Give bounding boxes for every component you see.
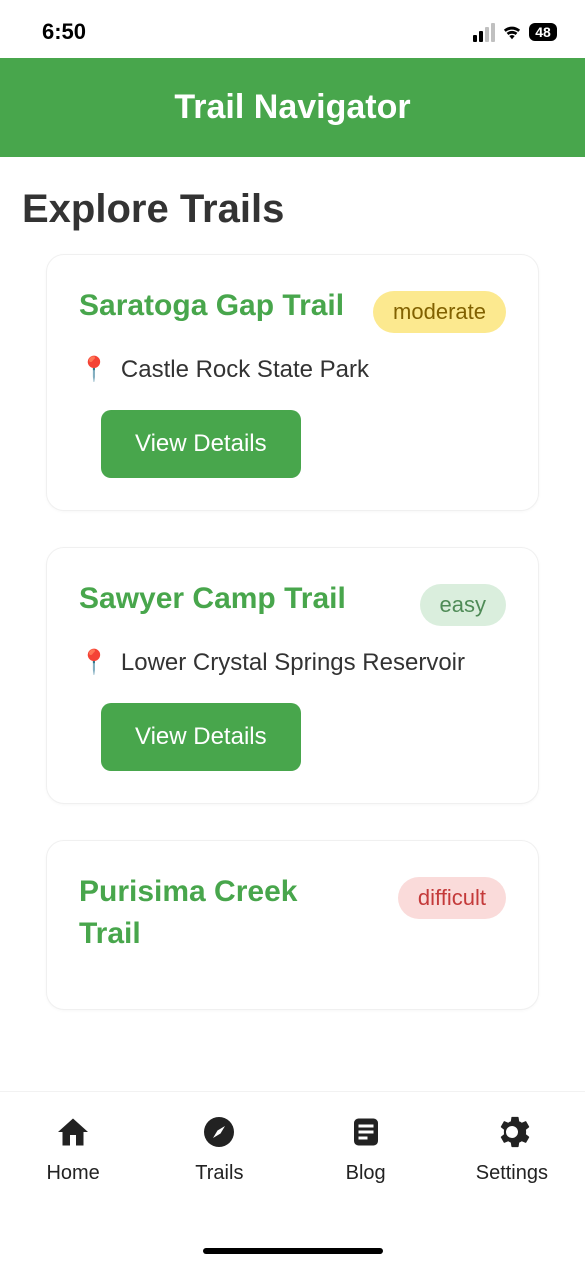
- trail-name: Purisima Creek Trail: [79, 871, 359, 955]
- battery-icon: 48: [529, 23, 557, 41]
- view-details-button[interactable]: View Details: [101, 410, 301, 478]
- view-details-button[interactable]: View Details: [101, 703, 301, 771]
- page-title: Explore Trails: [22, 187, 563, 232]
- app-title: Trail Navigator: [0, 88, 585, 127]
- trail-card: Saratoga Gap Trail moderate 📍 Castle Roc…: [46, 254, 539, 511]
- difficulty-badge: difficult: [398, 877, 506, 919]
- status-icons: 48: [473, 23, 557, 42]
- document-icon: [346, 1112, 386, 1152]
- gear-icon: [492, 1112, 532, 1152]
- status-bar: 6:50 48: [0, 0, 585, 58]
- nav-home[interactable]: Home: [23, 1112, 123, 1185]
- trail-name: Sawyer Camp Trail: [79, 578, 346, 620]
- difficulty-badge: moderate: [373, 291, 506, 333]
- card-header: Sawyer Camp Trail easy: [79, 578, 506, 626]
- location-row: 📍 Castle Rock State Park: [79, 355, 506, 384]
- app-header: Trail Navigator: [0, 58, 585, 157]
- nav-label: Settings: [476, 1162, 548, 1185]
- nav-trails[interactable]: Trails: [169, 1112, 269, 1185]
- card-header: Purisima Creek Trail difficult: [79, 871, 506, 955]
- location-text: Lower Crystal Springs Reservoir: [121, 649, 465, 677]
- wifi-icon: [501, 23, 523, 41]
- location-text: Castle Rock State Park: [121, 356, 369, 384]
- nav-blog[interactable]: Blog: [316, 1112, 416, 1185]
- trail-name: Saratoga Gap Trail: [79, 285, 344, 327]
- nav-label: Blog: [346, 1162, 386, 1185]
- trail-card: Purisima Creek Trail difficult: [46, 840, 539, 1010]
- pin-icon: 📍: [79, 355, 109, 384]
- nav-label: Trails: [195, 1162, 243, 1185]
- home-indicator[interactable]: [203, 1248, 383, 1254]
- cellular-signal-icon: [473, 23, 495, 42]
- card-header: Saratoga Gap Trail moderate: [79, 285, 506, 333]
- bottom-navigation: Home Trails Blog Settings: [0, 1091, 585, 1266]
- content-area: Explore Trails Saratoga Gap Trail modera…: [0, 157, 585, 1084]
- nav-settings[interactable]: Settings: [462, 1112, 562, 1185]
- pin-icon: 📍: [79, 648, 109, 677]
- compass-icon: [199, 1112, 239, 1152]
- nav-label: Home: [46, 1162, 99, 1185]
- status-time: 6:50: [42, 19, 86, 45]
- difficulty-badge: easy: [420, 584, 506, 626]
- home-icon: [53, 1112, 93, 1152]
- location-row: 📍 Lower Crystal Springs Reservoir: [79, 648, 506, 677]
- trail-card: Sawyer Camp Trail easy 📍 Lower Crystal S…: [46, 547, 539, 804]
